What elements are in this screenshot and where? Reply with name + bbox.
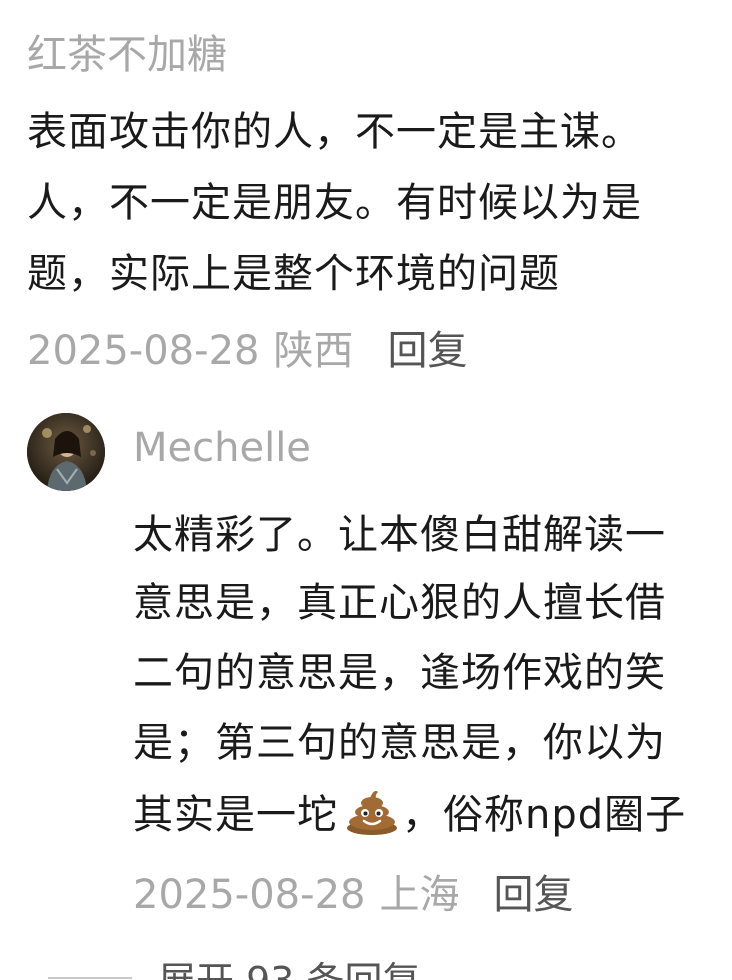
reply-button[interactable]: 回复 xyxy=(387,318,467,376)
avatar-photo-icon xyxy=(27,413,105,491)
comment-text-line: 意思是，真正心狠的人擅长借 xyxy=(133,580,666,626)
reply-button[interactable]: 回复 xyxy=(493,862,573,920)
comment-text-line: 二句的意思是，逢场作戏的笑 xyxy=(133,650,666,696)
comment-text-segment: ，俗称npd圈子 xyxy=(402,792,687,838)
comment-text-line: 人，不一定是朋友。有时候以为是 xyxy=(27,180,642,226)
avatar[interactable] xyxy=(27,413,105,491)
poop-emoji-icon xyxy=(344,786,400,836)
comment-location: 陕西 xyxy=(273,328,354,374)
comment-text-line: 题，实际上是整个环境的问题 xyxy=(27,251,560,297)
comment-text-line: 太精彩了。让本傻白甜解读一 xyxy=(133,512,666,558)
comment-text-line: 是；第三句的意思是，你以为 xyxy=(133,720,666,766)
comment-username[interactable]: 红茶不加糖 xyxy=(27,22,227,80)
comment-text-line: 表面攻击你的人，不一定是主谋。 xyxy=(27,109,642,155)
comment-text-segment: 其实是一坨 xyxy=(133,792,338,838)
expand-replies-button[interactable]: 展开 93 条回复 xyxy=(48,950,421,980)
comment-thread: 红茶不加糖 表面攻击你的人，不一定是主谋。 人，不一定是朋友。有时候以为是 题，… xyxy=(0,0,732,980)
comment-username[interactable]: Mechelle xyxy=(133,425,311,471)
comment-text-line: 其实是一坨 ，俗称npd圈子 xyxy=(133,782,686,840)
comment-date: 2025-08-28 xyxy=(27,328,260,374)
comment-meta: 2025-08-28 上海 回复 xyxy=(133,862,573,920)
comment-date: 2025-08-28 xyxy=(133,872,366,918)
expand-divider xyxy=(48,976,132,979)
expand-replies-label: 展开 93 条回复 xyxy=(158,950,421,980)
comment-location: 上海 xyxy=(379,872,460,918)
comment-meta: 2025-08-28 陕西 回复 xyxy=(27,318,467,376)
